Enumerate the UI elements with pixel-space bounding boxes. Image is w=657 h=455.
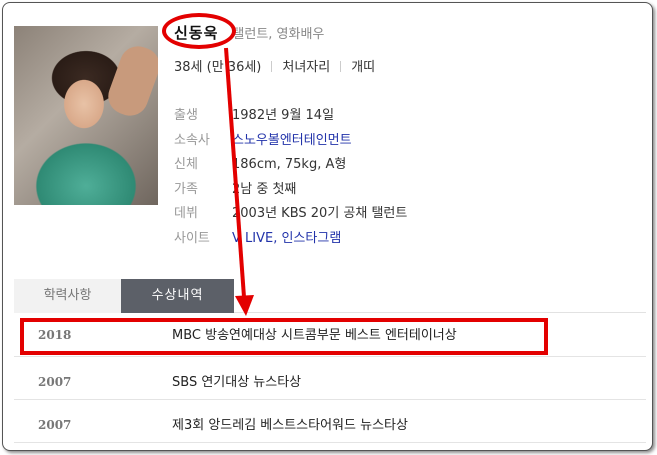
list-item: 2007 제3회 앙드레김 베스트스타어워드 뉴스타상 xyxy=(14,400,646,443)
info-label: 가족 xyxy=(174,181,198,197)
age-row: 38세 (만 36세) 처녀자리 개띠 xyxy=(174,56,375,75)
info-row-site: 사이트 V LIVE, 인스타그램 xyxy=(174,227,407,252)
info-row-agency: 소속사 스노우볼엔터테인먼트 xyxy=(174,129,407,154)
tab-awards[interactable]: 수상내역 xyxy=(121,279,234,313)
info-label: 신체 xyxy=(174,157,198,172)
info-row-body: 신체 186cm, 75kg, A형 xyxy=(174,153,407,178)
divider xyxy=(271,61,273,72)
zodiac-link[interactable]: 처녀자리 xyxy=(282,60,330,75)
info-list: 출생 1982년 9월 14일 소속사 스노우볼엔터테인먼트 신체 186cm,… xyxy=(174,104,407,251)
award-year: 2007 xyxy=(38,418,72,432)
profile-photo[interactable] xyxy=(14,26,158,205)
info-row-birth: 출생 1982년 9월 14일 xyxy=(174,104,407,129)
tab-education[interactable]: 학력사항 xyxy=(14,279,121,313)
info-value: 2003년 KBS 20기 공채 탤런트 xyxy=(232,206,408,221)
info-value: 186cm, 75kg, A형 xyxy=(232,157,347,172)
age-text: 38세 (만 36세) xyxy=(174,60,262,75)
award-year: 2007 xyxy=(38,375,72,389)
info-value: 1982년 9월 14일 xyxy=(232,108,335,123)
info-row-debut: 데뷔 2003년 KBS 20기 공채 탤런트 xyxy=(174,202,407,227)
divider xyxy=(340,61,342,72)
info-label: 소속사 xyxy=(174,132,210,148)
highlight-oval xyxy=(162,13,236,49)
photo-detail xyxy=(103,41,158,121)
info-label: 사이트 xyxy=(174,230,210,246)
agency-link[interactable]: 스노우볼엔터테인먼트 xyxy=(232,129,352,154)
award-title: SBS 연기대상 뉴스타상 xyxy=(172,375,302,390)
person-job: 탤런트, 영화배우 xyxy=(232,27,325,42)
site-links[interactable]: V LIVE, 인스타그램 xyxy=(232,227,341,252)
chinese-zodiac-link[interactable]: 개띠 xyxy=(351,60,375,75)
list-item: 2007 SBS 연기대상 뉴스타상 xyxy=(14,357,646,400)
info-value: 2남 중 첫째 xyxy=(232,181,297,197)
info-label: 출생 xyxy=(174,108,198,123)
tab-bar: 학력사항 수상내역 xyxy=(14,279,646,313)
info-label: 데뷔 xyxy=(174,206,198,221)
award-title: 제3회 앙드레김 베스트스타어워드 뉴스타상 xyxy=(172,418,408,433)
info-row-family: 가족 2남 중 첫째 xyxy=(174,178,407,203)
highlight-box xyxy=(20,318,548,355)
